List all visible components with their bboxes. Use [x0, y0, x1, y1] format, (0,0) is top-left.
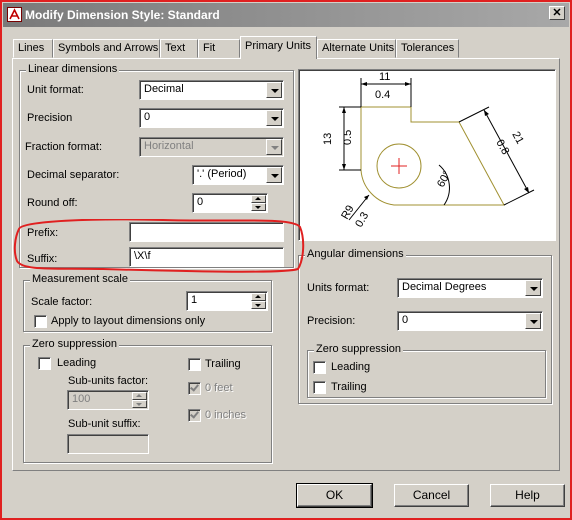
- dim-radius-2: 0.3: [353, 210, 371, 229]
- spin-down-icon: [132, 400, 147, 408]
- dim-right-1: 21: [509, 130, 525, 147]
- spin-up-icon[interactable]: [251, 195, 266, 203]
- dim-left-2: 0.5: [342, 130, 354, 145]
- scale-factor-spinner[interactable]: [251, 293, 266, 309]
- angular-leading-checkbox[interactable]: [313, 361, 326, 374]
- group-title: Linear dimensions: [26, 63, 120, 75]
- close-icon: ✕: [552, 7, 562, 19]
- round-off-label: Round off:: [27, 197, 78, 209]
- decimal-separator-select[interactable]: '.' (Period): [192, 165, 284, 185]
- title-bar[interactable]: Modify Dimension Style: Standard ✕: [3, 3, 569, 27]
- zero-feet-label: 0 feet: [205, 382, 233, 394]
- dialog-window: Modify Dimension Style: Standard ✕ Lines…: [0, 0, 570, 518]
- chevron-down-icon[interactable]: [266, 82, 282, 98]
- spin-up-icon: [132, 392, 147, 400]
- sub-units-factor-input[interactable]: 100: [67, 390, 149, 410]
- unit-format-label: Unit format:: [27, 84, 84, 96]
- dim-right-2: 0.8: [493, 138, 511, 157]
- sub-units-spinner: [132, 392, 147, 408]
- decimal-separator-label: Decimal separator:: [27, 169, 120, 181]
- tab-text[interactable]: Text: [160, 39, 198, 58]
- dim-radius-1: R9: [339, 203, 356, 221]
- spin-down-icon[interactable]: [251, 301, 266, 309]
- unit-format-select[interactable]: Decimal: [139, 80, 284, 100]
- round-off-spinner[interactable]: [251, 195, 266, 211]
- sub-unit-suffix-label: Sub-unit suffix:: [68, 418, 141, 430]
- tab-tolerances[interactable]: Tolerances: [396, 39, 459, 58]
- chevron-down-icon: [266, 139, 282, 155]
- scale-factor-label: Scale factor:: [31, 296, 93, 308]
- units-format-label: Units format:: [307, 282, 370, 294]
- help-button[interactable]: Help: [490, 484, 565, 507]
- suffix-input[interactable]: \X\f: [129, 247, 284, 267]
- tab-symbols-arrows[interactable]: Symbols and Arrows: [53, 39, 160, 58]
- preview-drawing: 11 0.4 13 0.5 21 0.8 60° R9 0.3: [322, 71, 535, 230]
- scale-factor-input[interactable]: 1: [186, 291, 268, 311]
- precision-select[interactable]: 0: [139, 108, 284, 128]
- dim-top-1: 11: [379, 71, 390, 83]
- zero-inches-label: 0 inches: [205, 409, 246, 421]
- chevron-down-icon[interactable]: [525, 280, 541, 296]
- prefix-input[interactable]: [129, 222, 284, 242]
- precision-label: Precision: [27, 112, 73, 124]
- angular-trailing-checkbox[interactable]: [313, 381, 326, 394]
- dim-left-1: 13: [322, 133, 334, 145]
- center-mark-icon: [391, 158, 407, 174]
- close-button[interactable]: ✕: [549, 6, 565, 20]
- tab-alternate-units[interactable]: Alternate Units: [317, 39, 396, 58]
- dimension-preview: 11 0.4 13 0.5 21 0.8 60° R9 0.3: [298, 69, 556, 241]
- window-title: Modify Dimension Style: Standard: [25, 8, 220, 22]
- chevron-down-icon[interactable]: [525, 313, 541, 329]
- tab-fit[interactable]: Fit: [198, 39, 240, 58]
- trailing-label: Trailing: [205, 358, 241, 370]
- trailing-checkbox[interactable]: [188, 358, 201, 371]
- leading-checkbox[interactable]: [38, 357, 51, 370]
- zero-feet-checkbox[interactable]: [188, 382, 201, 395]
- tab-lines[interactable]: Lines: [13, 39, 53, 58]
- angular-precision-label: Precision:: [307, 315, 356, 327]
- sub-units-factor-label: Sub-units factor:: [68, 375, 149, 387]
- ok-button[interactable]: OK: [296, 483, 373, 508]
- angular-trailing-label: Trailing: [331, 381, 367, 393]
- round-off-input[interactable]: 0: [192, 193, 268, 213]
- group-title: Measurement scale: [30, 273, 130, 285]
- chevron-down-icon[interactable]: [266, 167, 282, 183]
- chevron-down-icon[interactable]: [266, 110, 282, 126]
- autocad-logo-icon: [7, 7, 22, 22]
- group-title: Angular dimensions: [305, 248, 406, 260]
- part-outline: [360, 106, 505, 206]
- spin-up-icon[interactable]: [251, 293, 266, 301]
- fraction-format-select[interactable]: Horizontal: [139, 137, 284, 157]
- angular-precision-select[interactable]: 0: [397, 311, 543, 331]
- angular-units-format-select[interactable]: Decimal Degrees: [397, 278, 543, 298]
- sub-unit-suffix-input[interactable]: [67, 434, 149, 454]
- spin-down-icon[interactable]: [251, 203, 266, 211]
- fraction-format-label: Fraction format:: [25, 141, 103, 153]
- dim-angle: 60°: [435, 169, 453, 189]
- group-title: Zero suppression: [30, 338, 119, 350]
- angular-leading-label: Leading: [331, 361, 371, 373]
- leading-label: Leading: [57, 357, 97, 369]
- dim-top-2: 0.4: [375, 89, 390, 101]
- group-title: Zero suppression: [314, 343, 403, 355]
- zero-inches-checkbox[interactable]: [188, 409, 201, 422]
- suffix-label: Suffix:: [27, 253, 58, 265]
- prefix-label: Prefix:: [27, 227, 59, 239]
- cancel-button[interactable]: Cancel: [394, 484, 469, 507]
- tab-primary-units[interactable]: Primary Units: [240, 36, 317, 59]
- apply-layout-label: Apply to layout dimensions only: [51, 315, 206, 327]
- apply-layout-checkbox[interactable]: [34, 315, 47, 328]
